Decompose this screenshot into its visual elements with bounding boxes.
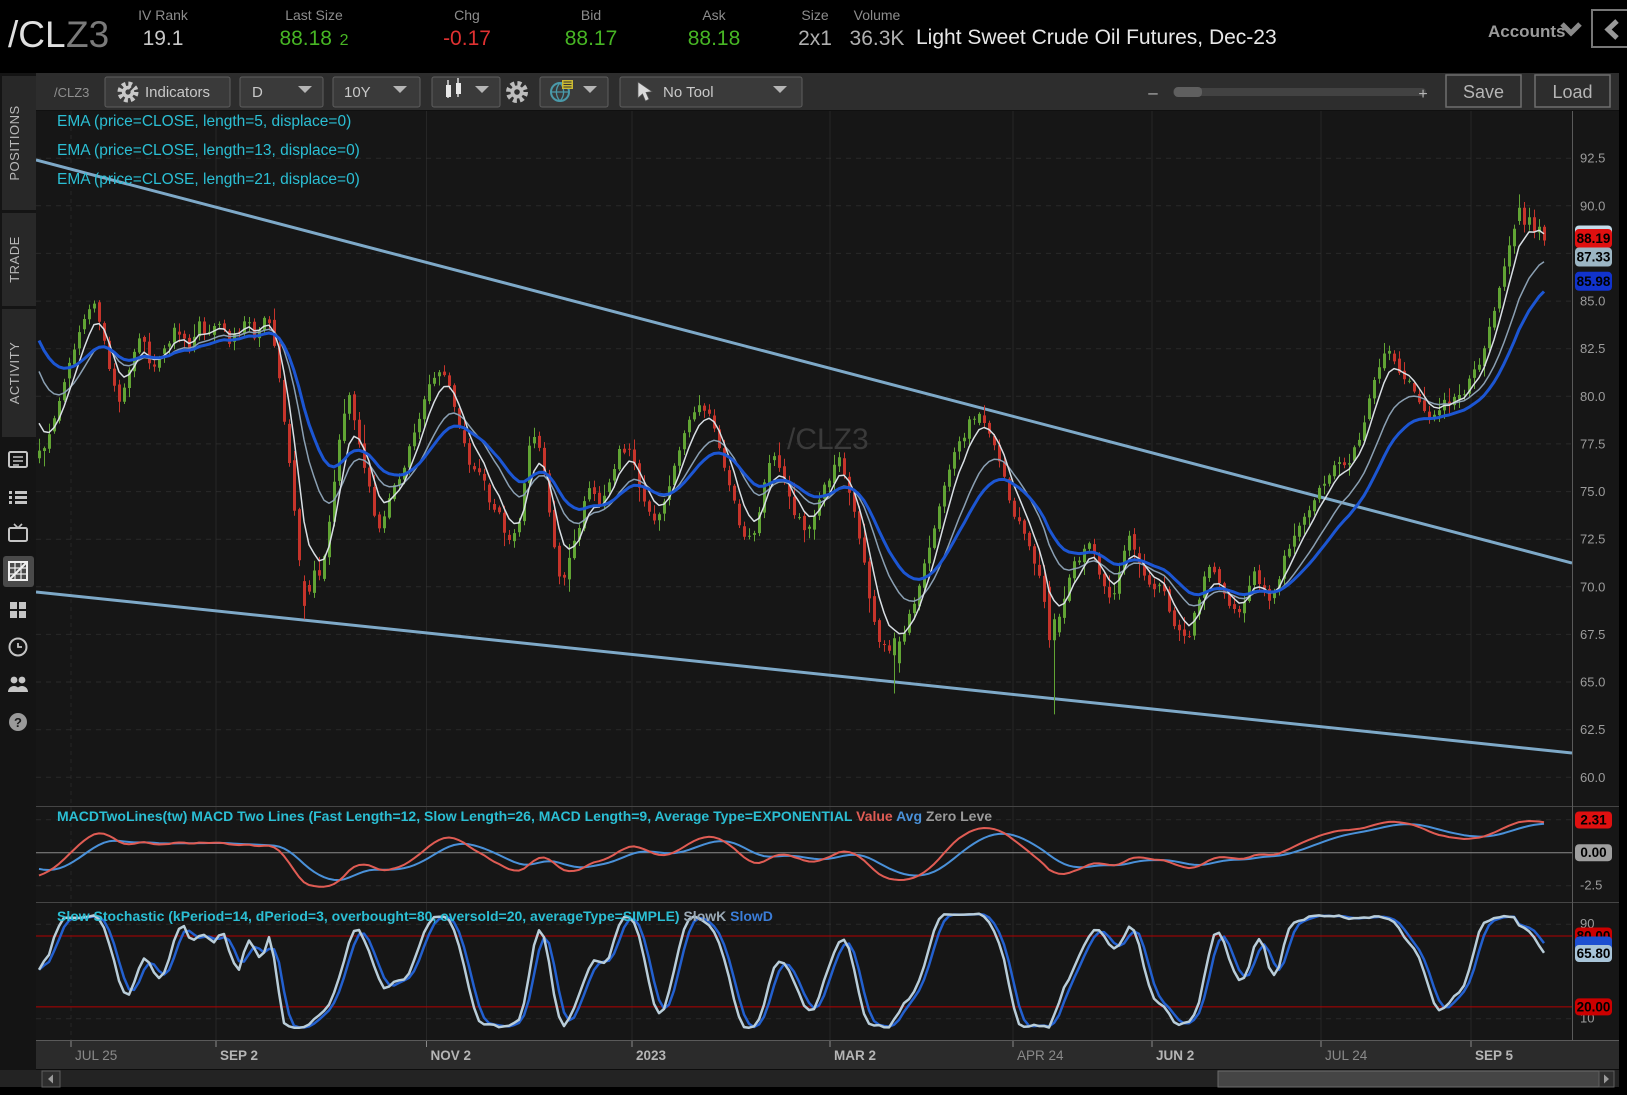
svg-text:Ask: Ask	[702, 7, 726, 23]
svg-text:60.0: 60.0	[1580, 770, 1605, 785]
svg-text:85.0: 85.0	[1580, 294, 1605, 309]
svg-text:-0.17: -0.17	[443, 27, 491, 50]
svg-text:75.0: 75.0	[1580, 484, 1605, 499]
svg-text:Size: Size	[801, 7, 828, 23]
svg-text:/CL: /CL	[8, 14, 66, 55]
svg-text:Volume: Volume	[854, 7, 901, 23]
svg-text:–: –	[1148, 83, 1158, 102]
svg-text:Save: Save	[1463, 82, 1504, 102]
svg-text:JUN 2: JUN 2	[1156, 1048, 1194, 1063]
svg-text:88.17: 88.17	[565, 27, 618, 50]
svg-text:Light Sweet Crude Oil Futures,: Light Sweet Crude Oil Futures, Dec-23	[916, 26, 1277, 49]
svg-text:EMA (price=CLOSE, length=5, di: EMA (price=CLOSE, length=5, displace=0)	[57, 113, 351, 130]
svg-text:80.0: 80.0	[1580, 389, 1605, 404]
svg-text:92.5: 92.5	[1580, 151, 1605, 166]
svg-text:JUL 24: JUL 24	[1325, 1048, 1368, 1063]
svg-text:IV Rank: IV Rank	[138, 7, 189, 23]
svg-text:19.1: 19.1	[143, 27, 184, 50]
svg-text:67.5: 67.5	[1580, 627, 1605, 642]
svg-text:ACTIVITY: ACTIVITY	[7, 342, 22, 405]
svg-text:TRADE: TRADE	[7, 236, 22, 283]
svg-text:/CLZ3: /CLZ3	[54, 85, 89, 100]
svg-text:70.0: 70.0	[1580, 579, 1605, 594]
svg-text:-2.5: -2.5	[1580, 878, 1602, 893]
svg-text:2x1: 2x1	[798, 27, 832, 50]
svg-text:Load: Load	[1552, 82, 1592, 102]
svg-text:Z3: Z3	[66, 14, 109, 55]
svg-text:JUL 25: JUL 25	[75, 1048, 117, 1063]
svg-text:D: D	[252, 84, 263, 101]
svg-text:10Y: 10Y	[344, 84, 371, 101]
svg-text:Slow Stochastic (kPeriod=14, d: Slow Stochastic (kPeriod=14, dPeriod=3, …	[57, 908, 773, 924]
svg-text:20.00: 20.00	[1577, 999, 1611, 1014]
svg-text:87.33: 87.33	[1577, 250, 1611, 265]
svg-text:No Tool: No Tool	[663, 84, 714, 101]
svg-text:POSITIONS: POSITIONS	[7, 105, 22, 180]
svg-text:77.5: 77.5	[1580, 436, 1605, 451]
svg-text:APR 24: APR 24	[1017, 1048, 1064, 1063]
svg-text:Indicators: Indicators	[145, 84, 210, 101]
svg-text:SEP 5: SEP 5	[1475, 1048, 1514, 1063]
svg-text:Last Size: Last Size	[285, 7, 343, 23]
svg-text:0.00: 0.00	[1580, 845, 1606, 860]
svg-text:SEP 2: SEP 2	[220, 1048, 258, 1063]
svg-text:65.0: 65.0	[1580, 675, 1605, 690]
svg-text:Accounts: Accounts	[1488, 22, 1565, 41]
svg-text:65.80: 65.80	[1577, 946, 1611, 961]
svg-text:/CLZ3: /CLZ3	[787, 423, 869, 456]
svg-text:+: +	[1418, 86, 1427, 103]
svg-text:88.18: 88.18	[688, 27, 741, 50]
svg-text:EMA (price=CLOSE, length=13, d: EMA (price=CLOSE, length=13, displace=0)	[57, 142, 360, 159]
svg-text:Chg: Chg	[454, 7, 480, 23]
svg-text:2023: 2023	[636, 1048, 667, 1063]
svg-text:NOV 2: NOV 2	[431, 1048, 472, 1063]
svg-text:36.3K: 36.3K	[850, 27, 905, 50]
svg-text:Bid: Bid	[581, 7, 601, 23]
svg-text:?: ?	[14, 715, 22, 730]
svg-text:82.5: 82.5	[1580, 341, 1605, 356]
svg-text:72.5: 72.5	[1580, 532, 1605, 547]
svg-text:MAR 2: MAR 2	[834, 1048, 876, 1063]
svg-text:90.0: 90.0	[1580, 198, 1605, 213]
svg-text:88.19: 88.19	[1577, 231, 1611, 246]
svg-text:85.98: 85.98	[1577, 274, 1611, 289]
svg-text:62.5: 62.5	[1580, 722, 1605, 737]
svg-text:2.31: 2.31	[1580, 813, 1607, 828]
svg-text:EMA (price=CLOSE, length=21, d: EMA (price=CLOSE, length=21, displace=0)	[57, 171, 360, 188]
svg-text:MACDTwoLines(tw) MACD Two Line: MACDTwoLines(tw) MACD Two Lines (Fast Le…	[57, 808, 992, 824]
